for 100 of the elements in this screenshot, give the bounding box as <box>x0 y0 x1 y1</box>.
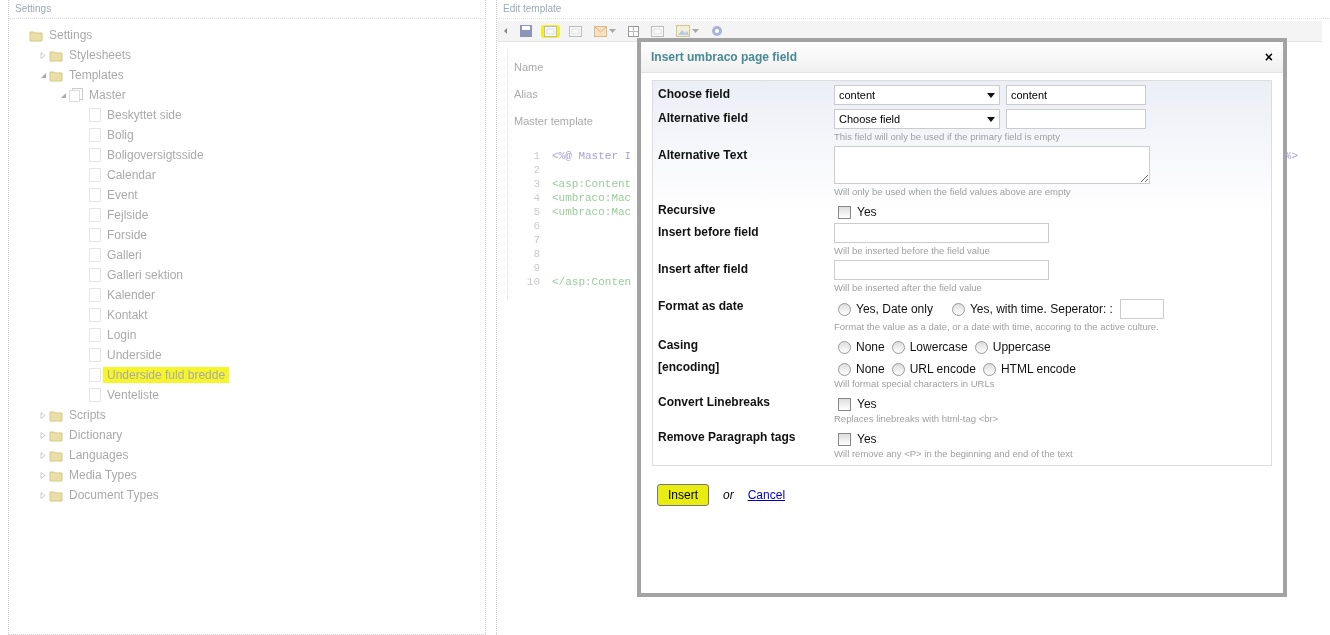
tree-item[interactable]: Galleri sektion <box>103 267 188 283</box>
option-label: Yes <box>857 397 877 411</box>
expanded-arrow-icon[interactable] <box>39 71 47 79</box>
folder-icon <box>49 468 63 482</box>
radio-button[interactable] <box>838 340 851 354</box>
collapsed-arrow-icon[interactable] <box>39 491 47 499</box>
tree-item[interactable]: Underside <box>103 347 166 363</box>
checkbox[interactable] <box>838 432 851 446</box>
collapsed-arrow-icon[interactable] <box>39 51 47 59</box>
tree-item[interactable]: Fejlside <box>103 207 153 223</box>
tree-item[interactable]: Event <box>103 187 142 203</box>
field-label: [encoding] <box>658 359 721 376</box>
code-text: </asp:Conten <box>552 275 632 289</box>
field-label: Choose field <box>658 86 731 103</box>
page-icon <box>89 268 101 282</box>
option-label: None <box>856 340 885 354</box>
radio-button[interactable] <box>974 340 988 354</box>
radio-button[interactable] <box>838 302 851 316</box>
tree-item[interactable]: Kalender <box>103 287 160 303</box>
option-label: Lowercase <box>909 340 968 354</box>
tree-item[interactable]: Calendar <box>103 167 160 183</box>
tree-item[interactable]: Beskyttet side <box>103 107 186 123</box>
page-icon <box>89 308 101 322</box>
checkbox[interactable] <box>838 397 851 411</box>
input-field[interactable]: content <box>1006 85 1146 105</box>
separator-field[interactable] <box>1119 299 1164 319</box>
input-field[interactable] <box>834 260 1049 280</box>
input-field[interactable] <box>1006 109 1146 129</box>
tree-item[interactable]: Media Types <box>65 467 141 483</box>
image-icon <box>676 25 690 37</box>
radio-button[interactable] <box>951 302 965 316</box>
page-icon <box>89 108 101 122</box>
expanded-arrow-icon[interactable] <box>59 91 67 99</box>
code-text: <umbraco:Mac <box>552 191 632 205</box>
toolbar-button[interactable] <box>591 24 619 38</box>
caret-icon <box>692 29 699 33</box>
toolbar-button[interactable] <box>566 24 585 38</box>
option-label: Yes <box>857 205 877 219</box>
tree-item[interactable]: Document Types <box>65 487 163 503</box>
collapsed-arrow-icon[interactable] <box>39 471 47 479</box>
radio-button[interactable] <box>891 362 905 376</box>
radio-button[interactable] <box>838 362 851 376</box>
pages-icon <box>69 88 83 102</box>
radio-button[interactable] <box>982 362 996 376</box>
collapsed-arrow-icon[interactable] <box>39 431 47 439</box>
envelope-icon <box>594 25 607 37</box>
checkbox[interactable] <box>838 205 851 219</box>
tree-item[interactable]: Kontakt <box>103 307 152 323</box>
tree-item[interactable]: Login <box>103 327 141 343</box>
code-text: <%@ Master I <box>552 149 632 163</box>
collapsed-arrow-icon[interactable] <box>39 451 47 459</box>
close-button[interactable]: × <box>1264 49 1273 65</box>
tree-item[interactable]: Galleri <box>103 247 146 263</box>
tree-item[interactable]: Bolig <box>103 127 138 143</box>
collapsed-arrow-icon[interactable] <box>39 411 47 419</box>
tree-item[interactable]: Languages <box>65 447 133 463</box>
folder-icon <box>49 488 63 502</box>
field-hint: Will be inserted before the field value <box>834 245 991 256</box>
cancel-link[interactable]: Cancel <box>747 488 786 502</box>
page-icon <box>89 388 101 402</box>
tree-item[interactable]: Scripts <box>65 407 110 423</box>
tree-item[interactable]: Venteliste <box>103 387 164 403</box>
field-label: Alternative Text <box>658 147 749 164</box>
field-hint: This field will only be used if the primary field is empty <box>834 131 1061 142</box>
property-label: Alias <box>514 87 538 102</box>
folder-icon <box>49 68 63 82</box>
field-hint: Replaces linebreaks with html-tag <br> <box>834 413 1000 424</box>
tree-item[interactable]: Underside fuld bredde <box>103 367 230 383</box>
field-label: Insert after field <box>658 261 750 278</box>
dialog-title: Insert umbraco page field <box>651 50 798 64</box>
field-label: Recursive <box>658 202 717 219</box>
page-icon <box>89 288 101 302</box>
option-label: Uppercase <box>992 340 1051 354</box>
select-field[interactable]: Choose field <box>834 109 1000 129</box>
page-icon <box>89 168 101 182</box>
code-text: <asp:Content <box>552 177 632 191</box>
field-hint: Will only be used when the field values above are empty <box>834 186 1072 197</box>
tree-item[interactable]: Forside <box>103 227 151 243</box>
toolbar-button[interactable] <box>648 24 667 38</box>
field-hint: Format the value as a date, or a date with time, accoring to the active culture. <box>834 321 1160 332</box>
tree-item[interactable]: Stylesheets <box>65 47 136 63</box>
toolbar-button[interactable] <box>517 24 535 38</box>
page-icon <box>89 148 101 162</box>
arrow-icon <box>504 28 508 34</box>
input-field[interactable] <box>834 223 1049 243</box>
tree-item[interactable]: Templates <box>65 67 128 83</box>
radio-button[interactable] <box>891 340 905 354</box>
tree-item[interactable]: Dictionary <box>65 427 127 443</box>
tree-item[interactable]: Settings <box>45 27 97 43</box>
toolbar-button[interactable] <box>673 24 702 38</box>
option-label: Yes <box>857 432 877 446</box>
page-icon <box>89 328 101 342</box>
toolbar-button[interactable] <box>625 24 642 38</box>
tree-item[interactable]: Boligoversigtsside <box>103 147 208 163</box>
tree-item[interactable]: Master <box>85 87 130 103</box>
toolbar-button[interactable] <box>541 24 560 38</box>
option-label: Yes, Date only <box>856 302 933 316</box>
select-field[interactable]: content <box>834 85 1000 105</box>
text-area[interactable] <box>834 146 1150 184</box>
insert-button[interactable]: Insert <box>657 484 709 506</box>
